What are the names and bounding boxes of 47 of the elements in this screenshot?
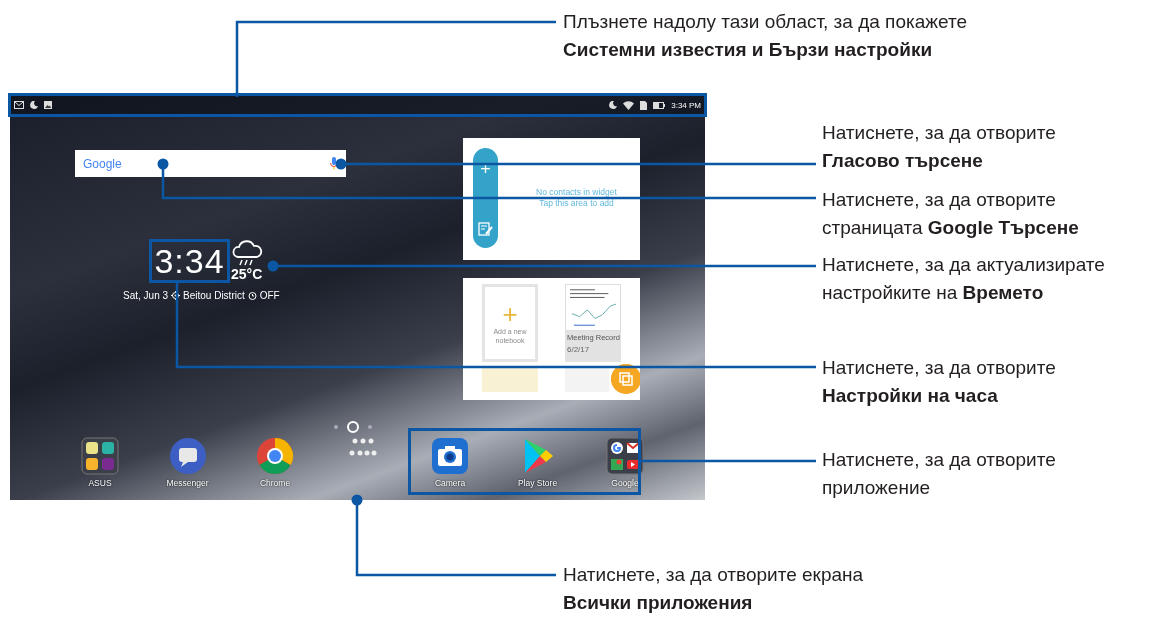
app-label: Google (611, 478, 639, 488)
folder-icon[interactable] (81, 437, 119, 475)
mail-icon (14, 101, 24, 109)
app-label: Play Store (517, 478, 558, 488)
location-icon (171, 291, 181, 300)
callout-text: Плъзнете надолу тази област, за да покажете Системни известия и Бързи настройки (563, 10, 967, 62)
sim-card-icon (640, 100, 648, 110)
notebook-date: 6/2/17 (566, 344, 591, 354)
edit-note-icon[interactable] (478, 222, 493, 236)
callout-text: Натиснете, за да отворите екрана Всички приложения (563, 563, 864, 615)
clock-time[interactable]: 3:34 (150, 241, 229, 281)
browser-icon[interactable] (256, 437, 294, 475)
camera-icon[interactable] (431, 437, 469, 475)
callout-text: Натиснете, за да отворите страницата Google Търсене (822, 188, 1079, 240)
callout-text: Натиснете, за да отворите приложение (822, 448, 1056, 500)
wifi-icon (623, 100, 635, 110)
page-indicator-dot[interactable] (347, 421, 359, 433)
sketch-page-thumbnail[interactable] (565, 368, 609, 392)
empty-widget-message: No contacts in widget Tap this area to add (535, 187, 618, 209)
alarm-clock-icon (247, 291, 257, 300)
temperature[interactable]: 25°C (231, 266, 263, 282)
alarm-status: OFF (259, 290, 280, 301)
app-label: Camera (434, 478, 466, 488)
app-label: ASUS (88, 478, 112, 488)
app-label: Chrome (259, 478, 291, 488)
status-time: 3:34 PM (671, 100, 701, 110)
chart-thumbnail-drawing (565, 284, 621, 331)
location-text: Beitou District (183, 290, 245, 301)
page-indicator-dot[interactable] (368, 425, 372, 429)
moon-icon (30, 101, 38, 109)
rain-cloud-icon[interactable] (231, 240, 263, 267)
callout-text: Натиснете, за да отворите Настройки на часа (822, 356, 1056, 408)
app-label: Messenger (166, 478, 209, 488)
moon-icon (609, 101, 618, 109)
folder-icon[interactable] (606, 437, 644, 475)
chat-bubble-icon[interactable] (168, 437, 207, 475)
image-icon (44, 101, 52, 109)
status-bar[interactable]: 3:34 PM (10, 95, 705, 115)
search-bar[interactable]: Google (75, 150, 346, 177)
callout-text: Натиснете, за да отворите Гласово търсене (822, 121, 1056, 173)
search-logo: Google (83, 156, 122, 171)
battery-icon (653, 101, 666, 109)
callout-text: Натиснете, за да актуализирате настройките на Времето (822, 253, 1105, 305)
copy-pages-icon[interactable] (611, 364, 640, 394)
page-indicator-dot[interactable] (334, 425, 338, 429)
date-text: Sat, Jun 3 (123, 290, 169, 301)
lined-page-thumbnail[interactable] (482, 368, 538, 392)
